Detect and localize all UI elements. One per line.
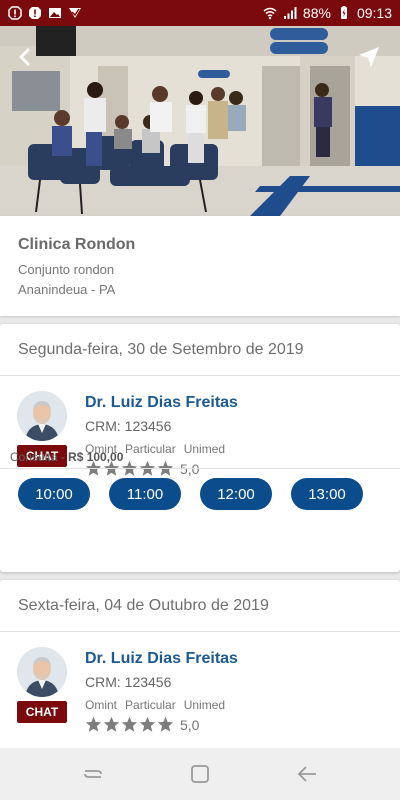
star-icon [157, 716, 174, 732]
clinic-city: Ananindeua - PA [18, 282, 116, 297]
doctor-crm: CRM: 123456 [85, 418, 172, 434]
battery-percent: 88% [302, 5, 331, 21]
doctor-name[interactable]: Dr. Luiz Dias Freitas [85, 650, 238, 668]
consult-price: Consulta - R$ 100,00 [10, 450, 123, 464]
home-icon [191, 765, 209, 783]
alert-icon [8, 6, 22, 20]
doctor-row[interactable]: CHAT Dr. Luiz Dias Freitas CRM: 123456 O… [0, 632, 400, 750]
status-left [8, 6, 82, 20]
image-icon [48, 6, 62, 20]
back-icon [297, 766, 316, 782]
avatar [17, 647, 67, 697]
time-slot-button[interactable]: 13:00 [291, 478, 363, 510]
doctor-name[interactable]: Dr. Luiz Dias Freitas [85, 394, 238, 412]
recent-apps-icon [84, 770, 103, 778]
star-icon [139, 716, 156, 732]
clinic-photo [0, 26, 400, 216]
day-date: Sexta-feira, 04 de Outubro de 2019 [0, 580, 400, 632]
doctor-rating: 5,0 [85, 716, 238, 733]
time-slot-button[interactable]: 10:00 [18, 478, 90, 510]
home-button[interactable] [180, 754, 220, 794]
flag-icon [68, 6, 82, 20]
recent-apps-button[interactable] [73, 754, 113, 794]
star-icon [103, 716, 120, 732]
avatar [17, 391, 67, 441]
day-card: Segunda-feira, 30 de Setembro de 2019 CH… [0, 324, 400, 572]
plan-item: Unimed [183, 442, 226, 456]
clinic-address: Conjunto rondon [18, 262, 115, 277]
day-card: Sexta-feira, 04 de Outubro de 2019 CHAT … [0, 580, 400, 750]
battery-icon [337, 6, 351, 20]
doctor-plans: Omint Particular Unimed [85, 698, 238, 712]
star-icon [85, 716, 102, 732]
clinic-hero-image [0, 26, 400, 216]
navigation-arrow-icon [359, 47, 379, 67]
time-slots: 10:00 11:00 12:00 13:00 [18, 478, 363, 510]
chevron-left-icon [19, 48, 30, 66]
divider [0, 468, 400, 469]
system-nav-bar [0, 748, 400, 800]
alert-icon [28, 6, 42, 20]
doctor-crm: CRM: 123456 [85, 674, 172, 690]
doctor-info: Dr. Luiz Dias Freitas CRM: 123456 Omint … [85, 650, 238, 733]
clinic-name: Clinica Rondon [18, 236, 136, 253]
price-value: R$ 100,00 [68, 450, 124, 464]
day-date: Segunda-feira, 30 de Setembro de 2019 [0, 324, 400, 376]
star-icon [121, 716, 138, 732]
plan-item: Particular [125, 698, 176, 712]
wifi-icon [263, 6, 277, 20]
status-right: 88% 09:13 [263, 5, 392, 21]
navigate-button[interactable] [354, 42, 384, 72]
plan-item: Particular [125, 442, 176, 456]
rating-value: 5,0 [180, 716, 200, 733]
star-rating [85, 716, 174, 733]
doctor-info: Dr. Luiz Dias Freitas CRM: 123456 Omint … [85, 394, 238, 477]
time-slot-button[interactable]: 12:00 [200, 478, 272, 510]
back-button[interactable] [10, 42, 40, 72]
status-bar: 88% 09:13 [0, 0, 400, 26]
plan-item: Omint [85, 698, 118, 712]
clinic-info-card: Clinica Rondon Conjunto rondon Ananindeu… [0, 216, 400, 316]
chat-button[interactable]: CHAT [17, 701, 67, 723]
time-slot-button[interactable]: 11:00 [109, 478, 181, 510]
signal-icon [283, 6, 297, 20]
clock: 09:13 [356, 5, 392, 21]
system-back-button[interactable] [287, 754, 327, 794]
price-label: Consulta - [10, 450, 69, 464]
plan-item: Unimed [183, 698, 226, 712]
